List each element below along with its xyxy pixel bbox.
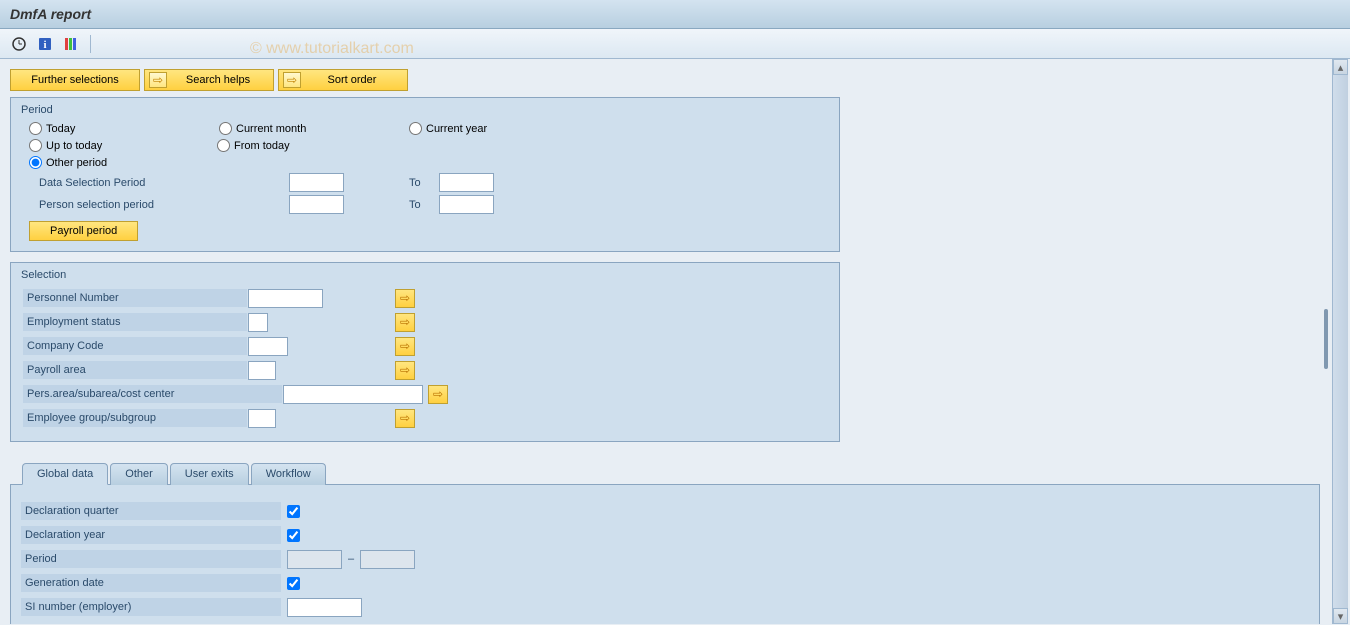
personnel-number-label: Personnel Number — [23, 289, 248, 307]
tab-user-exits[interactable]: User exits — [170, 463, 249, 485]
radio-other-period[interactable]: Other period — [29, 156, 829, 169]
radio-up-to-today[interactable]: Up to today — [29, 139, 139, 152]
content-area: Further selections ⇨ Search helps ⇨ Sort… — [0, 59, 1350, 624]
vertical-scrollbar[interactable]: ▴ ▾ — [1332, 59, 1348, 624]
period-group-title: Period — [21, 104, 829, 116]
employment-status-row: Employment status ⇨ — [21, 311, 829, 333]
period-to-input — [360, 550, 415, 569]
payroll-area-label: Payroll area — [23, 361, 248, 379]
personnel-number-row: Personnel Number ⇨ — [21, 287, 829, 309]
selection-group: Selection Personnel Number ⇨ Employment … — [10, 262, 840, 442]
company-code-row: Company Code ⇨ — [21, 335, 829, 357]
multi-select-icon[interactable]: ⇨ — [395, 337, 415, 356]
execute-icon[interactable] — [10, 35, 28, 53]
multi-select-icon[interactable]: ⇨ — [395, 313, 415, 332]
multi-select-icon[interactable]: ⇨ — [395, 361, 415, 380]
declaration-quarter-row: Declaration quarter — [21, 500, 1309, 522]
employment-status-input[interactable] — [248, 313, 268, 332]
toolbar: i — [0, 29, 1350, 59]
employment-status-label: Employment status — [23, 313, 248, 331]
radio-row-1: Today Current month Current year — [21, 122, 829, 135]
si-number-input[interactable] — [287, 598, 362, 617]
declaration-quarter-label: Declaration quarter — [21, 502, 281, 520]
period-from-input — [287, 550, 342, 569]
data-selection-label: Data Selection Period — [39, 177, 289, 189]
person-selection-from-input[interactable] — [289, 195, 344, 214]
svg-text:i: i — [43, 39, 46, 51]
radio-current-month[interactable]: Current month — [219, 122, 329, 135]
further-selections-button[interactable]: Further selections — [10, 69, 140, 91]
tab-workflow[interactable]: Workflow — [251, 463, 326, 485]
radio-from-today[interactable]: From today — [217, 139, 327, 152]
period-row: Period – — [21, 548, 1309, 570]
personnel-number-input[interactable] — [248, 289, 323, 308]
generation-date-label: Generation date — [21, 574, 281, 592]
declaration-quarter-checkbox[interactable] — [287, 505, 300, 518]
color-bars-icon[interactable] — [62, 35, 80, 53]
person-selection-to-input[interactable] — [439, 195, 494, 214]
person-selection-row: Person selection period To — [21, 195, 829, 214]
period-group: Period Today Current month Current year … — [10, 97, 840, 252]
declaration-year-label: Declaration year — [21, 526, 281, 544]
title-bar: DmfA report — [0, 0, 1350, 29]
multi-select-icon[interactable]: ⇨ — [395, 409, 415, 428]
pers-area-input[interactable] — [283, 385, 423, 404]
period-label: Period — [21, 550, 281, 568]
payroll-period-button[interactable]: Payroll period — [29, 221, 138, 241]
declaration-year-checkbox[interactable] — [287, 529, 300, 542]
arrow-right-icon: ⇨ — [149, 72, 167, 88]
scroll-up-icon[interactable]: ▴ — [1333, 59, 1348, 75]
selection-group-title: Selection — [21, 269, 829, 281]
dash: – — [348, 553, 354, 565]
toolbar-separator — [90, 35, 91, 53]
sort-order-button[interactable]: ⇨ Sort order — [278, 69, 408, 91]
payroll-area-row: Payroll area ⇨ — [21, 359, 829, 381]
arrow-right-icon: ⇨ — [283, 72, 301, 88]
multi-select-icon[interactable]: ⇨ — [395, 289, 415, 308]
employee-group-row: Employee group/subgroup ⇨ — [21, 407, 829, 429]
info-icon[interactable]: i — [36, 35, 54, 53]
top-button-row: Further selections ⇨ Search helps ⇨ Sort… — [10, 69, 1340, 91]
tab-body: Declaration quarter Declaration year Per… — [10, 484, 1320, 624]
si-number-label: SI number (employer) — [21, 598, 281, 616]
data-selection-to-input[interactable] — [439, 173, 494, 192]
tabs-container: Global data Other User exits Workflow De… — [10, 462, 1320, 624]
radio-current-year[interactable]: Current year — [409, 122, 519, 135]
scroll-down-icon[interactable]: ▾ — [1333, 608, 1348, 624]
search-helps-button[interactable]: ⇨ Search helps — [144, 69, 274, 91]
tab-global-data[interactable]: Global data — [22, 463, 108, 485]
to-label: To — [409, 177, 429, 189]
pers-area-row: Pers.area/subarea/cost center ⇨ — [21, 383, 829, 405]
generation-date-row: Generation date — [21, 572, 1309, 594]
employee-group-label: Employee group/subgroup — [23, 409, 248, 427]
employee-group-input[interactable] — [248, 409, 276, 428]
pers-area-label: Pers.area/subarea/cost center — [23, 385, 283, 403]
radio-row-2: Up to today From today — [21, 139, 829, 152]
data-selection-from-input[interactable] — [289, 173, 344, 192]
tab-other[interactable]: Other — [110, 463, 168, 485]
si-number-row: SI number (employer) — [21, 596, 1309, 618]
generation-date-checkbox[interactable] — [287, 577, 300, 590]
data-selection-row: Data Selection Period To — [21, 173, 829, 192]
scroll-marker[interactable] — [1324, 309, 1328, 369]
declaration-year-row: Declaration year — [21, 524, 1309, 546]
radio-today[interactable]: Today — [29, 122, 139, 135]
company-code-label: Company Code — [23, 337, 248, 355]
company-code-input[interactable] — [248, 337, 288, 356]
tab-strip: Global data Other User exits Workflow — [10, 462, 1320, 484]
multi-select-icon[interactable]: ⇨ — [428, 385, 448, 404]
payroll-area-input[interactable] — [248, 361, 276, 380]
to-label: To — [409, 199, 429, 211]
person-selection-label: Person selection period — [39, 199, 289, 211]
page-title: DmfA report — [10, 6, 91, 22]
